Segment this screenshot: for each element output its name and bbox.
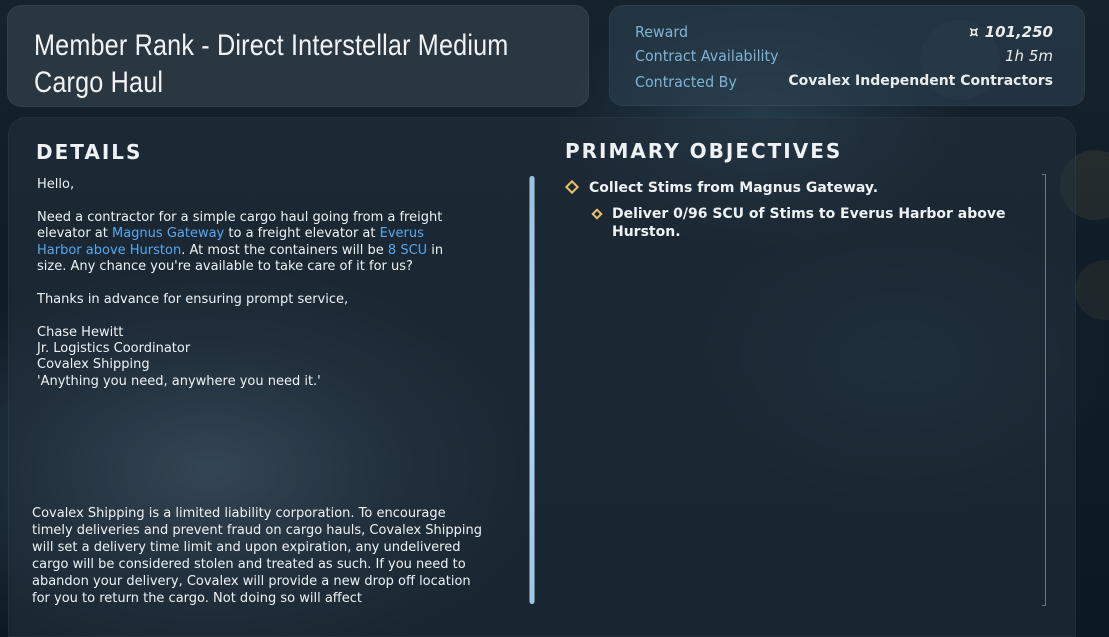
signature-role: Jr. Logistics Coordinator — [37, 341, 191, 357]
details-text-segment: to a freight elevator at — [224, 226, 380, 242]
sub-objective-item: Deliver 0/96 SCU of Stims to Everus Harb… — [612, 206, 1006, 240]
details-text: Hello, Need a contractor for a simple ca… — [37, 177, 457, 390]
background-bokeh — [1075, 260, 1109, 320]
legal-disclaimer: Covalex Shipping is a limited liability … — [32, 506, 482, 605]
signature-name: Chase Hewitt — [37, 324, 124, 340]
contract-title: Member Rank - Direct Interstellar Medium… — [34, 27, 555, 101]
objective-item: Collect Stims from Magnus Gateway. — [589, 180, 879, 196]
availability-value: 1h 5m — [1005, 47, 1053, 65]
objectives-scroll-indicator — [1042, 174, 1046, 606]
cargo-size-highlight: 8 SCU — [387, 242, 428, 258]
availability-row: Contract Availability 1h 5m — [635, 47, 1053, 69]
contracted-by-label: Contracted By — [635, 73, 737, 91]
mobiglas-contract-screen: Member Rank - Direct Interstellar Medium… — [0, 0, 1109, 637]
reward-value: ¤ 101,250 — [969, 23, 1053, 41]
reward-row: Reward ¤ 101,250 — [635, 23, 1053, 45]
signature-motto: 'Anything you need, anywhere you need it… — [37, 373, 321, 389]
reward-amount: 101,250 — [984, 23, 1053, 41]
availability-label: Contract Availability — [635, 47, 779, 65]
details-scrollbar-thumb[interactable] — [529, 176, 535, 604]
contracted-by-row: Contracted By Covalex Independent Contra… — [635, 73, 1053, 95]
location-link-magnus-gateway[interactable]: Magnus Gateway — [112, 226, 224, 241]
details-thanks: Thanks in advance for ensuring prompt se… — [37, 291, 349, 307]
reward-label: Reward — [635, 23, 689, 41]
contract-title-panel: Member Rank - Direct Interstellar Medium… — [7, 5, 589, 107]
contract-summary-panel: Reward ¤ 101,250 Contract Availability 1h… — [609, 5, 1085, 106]
contracted-by-value: Covalex Independent Contractors — [788, 73, 1053, 89]
details-scrollbar[interactable] — [529, 176, 535, 604]
details-text-segment: . At most the containers will be — [181, 242, 388, 258]
signature-company: Covalex Shipping — [37, 357, 150, 373]
contract-title-line2: Cargo Haul — [34, 66, 164, 99]
details-paragraph: Need a contractor for a simple cargo hau… — [37, 210, 457, 276]
details-heading: DETAILS — [36, 140, 143, 164]
primary-objectives-heading: PRIMARY OBJECTIVES — [565, 139, 843, 163]
uec-currency-icon: ¤ — [969, 23, 979, 41]
details-greeting: Hello, — [37, 177, 75, 192]
contract-title-line1: Member Rank - Direct Interstellar Medium — [34, 29, 509, 62]
